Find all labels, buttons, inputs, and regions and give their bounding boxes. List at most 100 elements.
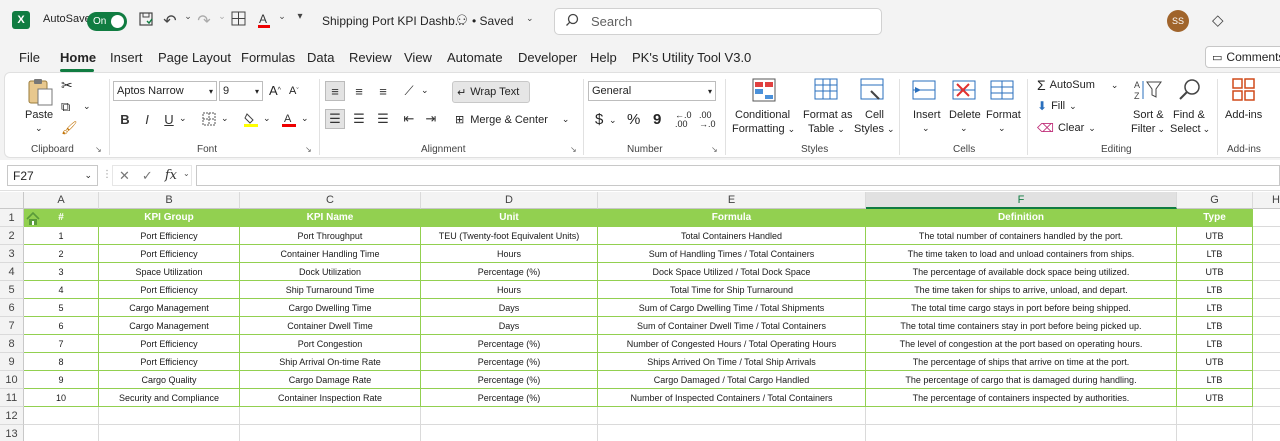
italic-button[interactable]: I (137, 109, 157, 129)
align-center-icon[interactable]: ☰ (349, 109, 369, 129)
empty-cell[interactable] (1253, 263, 1280, 281)
delete-cells-icon[interactable] (951, 79, 977, 107)
table-cell[interactable]: Cargo Quality (99, 371, 240, 389)
format-as-table-label-2[interactable]: Table ⌄ (808, 123, 845, 135)
fill-color-icon[interactable] (241, 109, 261, 129)
row-header-4[interactable]: 4 (0, 263, 24, 281)
empty-cell[interactable] (1253, 425, 1280, 441)
table-cell[interactable]: The total time cargo stays in port befor… (866, 299, 1177, 317)
table-cell[interactable]: Hours (421, 245, 598, 263)
table-cell[interactable]: LTB (1177, 371, 1253, 389)
cell-styles-label-1[interactable]: Cell (865, 109, 884, 121)
font-color-button-icon[interactable]: A (279, 109, 299, 129)
table-cell[interactable]: Total Time for Ship Turnaround (598, 281, 866, 299)
table-cell[interactable]: Days (421, 299, 598, 317)
insert-cells-icon[interactable] (911, 79, 937, 107)
number-format-select[interactable]: General ▾ (588, 81, 716, 101)
person-share-icon[interactable]: ⚇ (452, 12, 472, 28)
tab-utility-tool[interactable]: PK's Utility Tool V3.0 (632, 50, 751, 65)
empty-cell[interactable] (1253, 245, 1280, 263)
table-cell[interactable]: Dock Utilization (240, 263, 421, 281)
row-header-3[interactable]: 3 (0, 245, 24, 263)
table-cell[interactable]: 10 (24, 389, 99, 407)
format-label[interactable]: Format (986, 109, 1021, 121)
align-middle-icon[interactable]: ≡ (349, 81, 369, 101)
underline-button[interactable]: U (159, 109, 179, 129)
table-cell[interactable]: Security and Compliance (99, 389, 240, 407)
align-top-icon[interactable]: ≡ (325, 81, 345, 101)
tab-file[interactable]: File (19, 50, 40, 65)
empty-cell[interactable] (240, 425, 421, 441)
table-cell[interactable]: 2 (24, 245, 99, 263)
column-header-d[interactable]: D (421, 192, 598, 209)
tab-formulas[interactable]: Formulas (241, 50, 295, 65)
increase-decimal-icon[interactable]: ←.0.00 (675, 111, 692, 129)
empty-cell[interactable] (1253, 335, 1280, 353)
empty-cell[interactable] (1253, 299, 1280, 317)
empty-cell[interactable] (1253, 317, 1280, 335)
find-select-label-2[interactable]: Select ⌄ (1170, 123, 1210, 135)
table-cell[interactable]: Percentage (%) (421, 335, 598, 353)
table-cell[interactable]: LTB (1177, 281, 1253, 299)
formula-input[interactable] (196, 165, 1280, 186)
document-title[interactable]: Shipping Port KPI Dashb... (322, 14, 465, 28)
tab-data[interactable]: Data (307, 50, 334, 65)
font-name-select[interactable]: Aptos Narrow ▾ (113, 81, 217, 101)
paste-icon[interactable] (25, 77, 55, 113)
decrease-font-icon[interactable]: Aˇ (289, 85, 299, 97)
add-ins-icon[interactable] (1231, 77, 1257, 109)
tab-insert[interactable]: Insert (110, 50, 143, 65)
table-cell[interactable]: UTB (1177, 353, 1253, 371)
sort-filter-label-2[interactable]: Filter ⌄ (1131, 123, 1165, 135)
table-cell[interactable]: LTB (1177, 317, 1253, 335)
enter-icon[interactable]: ✓ (142, 168, 153, 184)
table-cell[interactable]: The percentage of available dock space b… (866, 263, 1177, 281)
alignment-launcher-icon[interactable]: ↘ (570, 145, 577, 154)
table-cell[interactable]: Port Efficiency (99, 281, 240, 299)
clipboard-launcher-icon[interactable]: ↘ (95, 145, 102, 154)
empty-cell[interactable] (1253, 371, 1280, 389)
save-icon[interactable] (136, 11, 156, 27)
table-cell[interactable]: The percentage of containers inspected b… (866, 389, 1177, 407)
format-painter-icon[interactable]: 🖌 (61, 120, 78, 136)
customize-qat-icon[interactable]: ▾ (290, 11, 310, 22)
table-header-cell[interactable]: KPI Name (240, 209, 421, 227)
row-header-5[interactable]: 5 (0, 281, 24, 299)
paste-label[interactable]: Paste (25, 109, 53, 121)
table-cell[interactable]: Cargo Management (99, 317, 240, 335)
row-header-9[interactable]: 9 (0, 353, 24, 371)
table-header-cell[interactable]: Formula (598, 209, 866, 227)
table-cell[interactable]: Ship Turnaround Time (240, 281, 421, 299)
table-cell[interactable]: LTB (1177, 245, 1253, 263)
tab-page-layout[interactable]: Page Layout (158, 50, 231, 65)
comments-button[interactable]: ▭ Comments (1205, 46, 1280, 68)
delete-dropdown-icon[interactable]: ⌄ (960, 123, 968, 134)
cut-icon[interactable]: ✂ (61, 77, 73, 94)
borders-dropdown-icon[interactable]: ⌄ (221, 113, 229, 124)
clear-button[interactable]: ⌫ Clear ⌄ (1037, 121, 1096, 135)
premium-diamond-icon[interactable]: ◇ (1212, 11, 1224, 29)
table-cell[interactable]: Days (421, 317, 598, 335)
borders-icon[interactable] (228, 11, 248, 26)
table-cell[interactable]: 6 (24, 317, 99, 335)
empty-cell[interactable] (421, 425, 598, 441)
empty-cell[interactable] (1177, 407, 1253, 425)
table-header-cell[interactable]: Unit (421, 209, 598, 227)
row-header-10[interactable]: 10 (0, 371, 24, 389)
format-cells-icon[interactable] (989, 79, 1015, 107)
table-cell[interactable]: 1 (24, 227, 99, 245)
table-cell[interactable]: Port Efficiency (99, 335, 240, 353)
row-header-6[interactable]: 6 (0, 299, 24, 317)
table-cell[interactable]: 8 (24, 353, 99, 371)
fill-button[interactable]: ⬇ Fill ⌄ (1037, 99, 1077, 113)
tab-help[interactable]: Help (590, 50, 617, 65)
table-cell[interactable]: UTB (1177, 227, 1253, 245)
column-header-a[interactable]: A (24, 192, 99, 209)
empty-cell[interactable] (866, 425, 1177, 441)
row-header-11[interactable]: 11 (0, 389, 24, 407)
align-right-icon[interactable]: ☰ (373, 109, 393, 129)
sort-filter-icon[interactable]: AZ (1133, 77, 1163, 109)
avatar[interactable]: SS (1167, 10, 1189, 32)
currency-button[interactable]: $ (595, 111, 603, 128)
table-cell[interactable]: 7 (24, 335, 99, 353)
